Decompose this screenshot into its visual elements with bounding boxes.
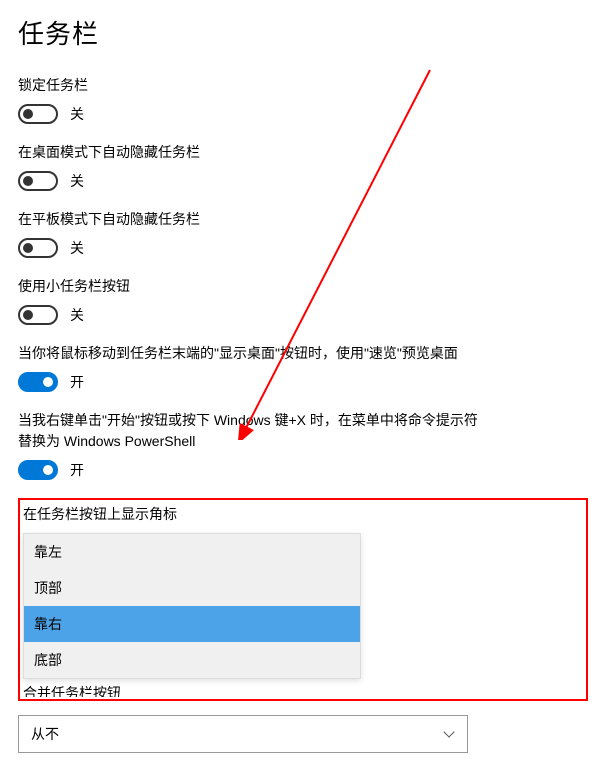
toggle-state-label: 关 (70, 238, 84, 258)
toggle-powershell-replace[interactable] (18, 460, 58, 480)
setting-label: 在桌面模式下自动隐藏任务栏 (18, 142, 588, 163)
setting-powershell-replace: 当我右键单击"开始"按钮或按下 Windows 键+X 时，在菜单中将命令提示符… (18, 410, 588, 480)
toggle-auto-hide-tablet[interactable] (18, 238, 58, 258)
dropdown-option-bottom[interactable]: 底部 (24, 642, 360, 678)
page-title: 任务栏 (18, 14, 588, 51)
annotation-highlight-box: 在任务栏按钮上显示角标 靠左 顶部 靠右 底部 合并任务栏按钮 (18, 498, 588, 701)
toggle-auto-hide-desktop[interactable] (18, 171, 58, 191)
setting-lock-taskbar: 锁定任务栏 关 (18, 75, 588, 124)
toggle-lock-taskbar[interactable] (18, 104, 58, 124)
setting-label-badge: 在任务栏按钮上显示角标 (23, 504, 583, 525)
dropdown-option-top[interactable]: 顶部 (24, 570, 360, 606)
setting-small-buttons: 使用小任务栏按钮 关 (18, 276, 588, 325)
select-value: 从不 (31, 724, 59, 744)
toggle-state-label: 关 (70, 171, 84, 191)
toggle-state-label: 开 (70, 372, 84, 392)
toggle-state-label: 关 (70, 104, 84, 124)
setting-label: 当你将鼠标移动到任务栏末端的"显示桌面"按钮时，使用"速览"预览桌面 (18, 343, 488, 364)
setting-label: 使用小任务栏按钮 (18, 276, 588, 297)
setting-label: 当我右键单击"开始"按钮或按下 Windows 键+X 时，在菜单中将命令提示符… (18, 410, 488, 452)
dropdown-option-left[interactable]: 靠左 (24, 534, 360, 570)
dropdown-option-right[interactable]: 靠右 (24, 606, 360, 642)
setting-label: 锁定任务栏 (18, 75, 588, 96)
toggle-small-buttons[interactable] (18, 305, 58, 325)
toggle-state-label: 关 (70, 305, 84, 325)
setting-auto-hide-desktop: 在桌面模式下自动隐藏任务栏 关 (18, 142, 588, 191)
toggle-state-label: 开 (70, 460, 84, 480)
chevron-down-icon (443, 728, 455, 740)
setting-label: 在平板模式下自动隐藏任务栏 (18, 209, 588, 230)
setting-auto-hide-tablet: 在平板模式下自动隐藏任务栏 关 (18, 209, 588, 258)
select-combine-buttons[interactable]: 从不 (18, 715, 468, 753)
toggle-peek-preview[interactable] (18, 372, 58, 392)
setting-peek-preview: 当你将鼠标移动到任务栏末端的"显示桌面"按钮时，使用"速览"预览桌面 开 (18, 343, 588, 392)
partial-hidden-label: 合并任务栏按钮 (23, 683, 583, 697)
dropdown-position-open: 靠左 顶部 靠右 底部 (23, 533, 361, 679)
